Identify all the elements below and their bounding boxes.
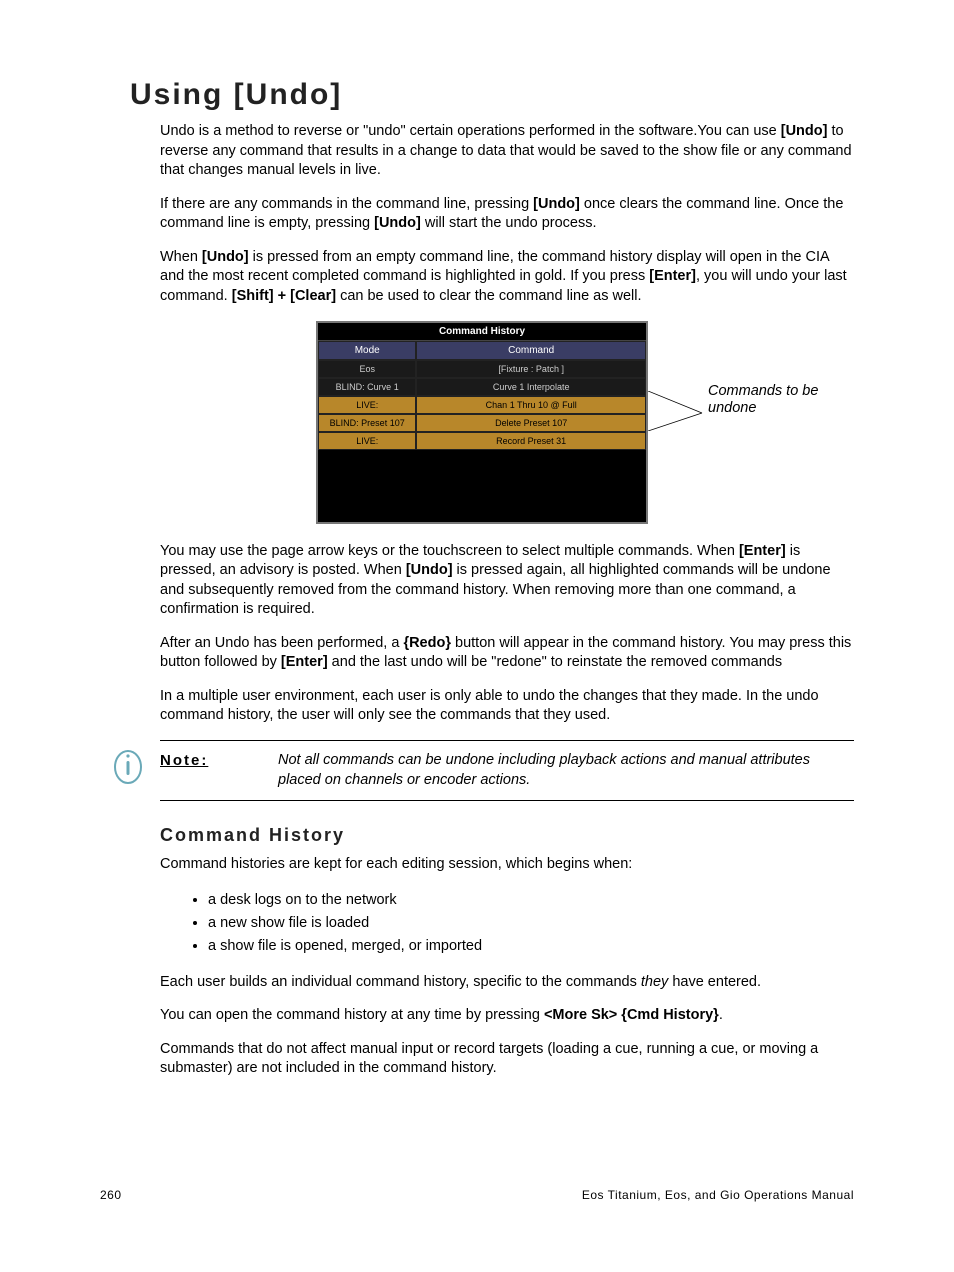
text: and the last undo will be "redone" to re… [328, 654, 782, 670]
key-label: [Enter] [649, 268, 696, 284]
paragraph-9: You can open the command history at any … [160, 1006, 854, 1026]
page-footer: 260 Eos Titanium, Eos, and Gio Operation… [100, 1188, 854, 1202]
command-history-figure: Command History Mode Command Eos[Fixture… [160, 321, 854, 524]
key-label: [Undo] [374, 215, 421, 231]
body-2: You may use the page arrow keys or the t… [160, 542, 854, 1079]
key-label: [Shift] + [Clear] [232, 288, 336, 304]
paragraph-4: You may use the page arrow keys or the t… [160, 542, 854, 620]
text: When [160, 249, 202, 265]
annotation-text: Commands to be undone [708, 383, 838, 418]
cell-mode: BLIND: Preset 107 [318, 414, 416, 432]
paragraph-8: Each user builds an individual command h… [160, 973, 854, 993]
cell-command: Curve 1 Interpolate [416, 378, 646, 396]
paragraph-1: Undo is a method to reverse or "undo" ce… [160, 122, 854, 181]
table-header-row: Mode Command [318, 341, 646, 360]
paragraph-10: Commands that do not affect manual input… [160, 1040, 854, 1079]
italic-text: they [641, 974, 668, 990]
list-item: a new show file is loaded [208, 912, 854, 935]
cell-mode: BLIND: Curve 1 [318, 378, 416, 396]
text: will start the undo process. [421, 215, 597, 231]
header-command: Command [416, 341, 646, 360]
cell-command: Delete Preset 107 [416, 414, 646, 432]
info-icon [112, 745, 144, 785]
paragraph-2: If there are any commands in the command… [160, 195, 854, 234]
text: You may use the page arrow keys or the t… [160, 543, 739, 559]
table-row: LIVE:Record Preset 31 [318, 432, 646, 450]
cell-command: Record Preset 31 [416, 432, 646, 450]
page-number: 260 [100, 1188, 122, 1202]
text: You can open the command history at any … [160, 1007, 544, 1023]
paragraph-7: Command histories are kept for each edit… [160, 855, 854, 875]
text: have entered. [668, 974, 761, 990]
annotation-lines-icon [648, 391, 718, 431]
cell-mode: Eos [318, 360, 416, 378]
note-label: Note: [160, 751, 278, 790]
table-title: Command History [318, 323, 646, 341]
list-item: a show file is opened, merged, or import… [208, 935, 854, 958]
section-title: Command History [160, 823, 854, 847]
key-label: [Enter] [739, 543, 786, 559]
table-row: BLIND: Curve 1Curve 1 Interpolate [318, 378, 646, 396]
cell-mode: LIVE: [318, 396, 416, 414]
text: Undo is a method to reverse or "undo" ce… [160, 123, 781, 139]
command-history-table: Command History Mode Command Eos[Fixture… [316, 321, 648, 524]
key-label: [Undo] [781, 123, 828, 139]
text: After an Undo has been performed, a [160, 635, 403, 651]
key-label: [Undo] [406, 562, 453, 578]
key-label: [Undo] [533, 196, 580, 212]
table-row: LIVE:Chan 1 Thru 10 @ Full [318, 396, 646, 414]
list-item: a desk logs on to the network [208, 889, 854, 912]
cell-mode: LIVE: [318, 432, 416, 450]
page-title: Using [Undo] [130, 78, 854, 112]
cell-command: Chan 1 Thru 10 @ Full [416, 396, 646, 414]
text: can be used to clear the command line as… [336, 288, 641, 304]
table-row: BLIND: Preset 107Delete Preset 107 [318, 414, 646, 432]
manual-title: Eos Titanium, Eos, and Gio Operations Ma… [582, 1188, 854, 1202]
header-mode: Mode [318, 341, 416, 360]
key-label: {Redo} [403, 635, 451, 651]
paragraph-5: After an Undo has been performed, a {Red… [160, 634, 854, 673]
text: If there are any commands in the command… [160, 196, 533, 212]
text: Each user builds an individual command h… [160, 974, 641, 990]
key-label: [Undo] [202, 249, 249, 265]
note-block: Note: Not all commands can be undone inc… [160, 740, 854, 801]
bullet-list: a desk logs on to the networka new show … [160, 889, 854, 959]
table-empty-area [318, 450, 646, 522]
paragraph-6: In a multiple user environment, each use… [160, 687, 854, 726]
key-label: [Enter] [281, 654, 328, 670]
key-label: <More Sk> {Cmd History} [544, 1007, 719, 1023]
table-row: Eos[Fixture : Patch ] [318, 360, 646, 378]
cell-command: [Fixture : Patch ] [416, 360, 646, 378]
annotation: Commands to be undone [658, 383, 838, 418]
body: Undo is a method to reverse or "undo" ce… [160, 122, 854, 307]
table-rows: Eos[Fixture : Patch ]BLIND: Curve 1Curve… [318, 360, 646, 450]
text: . [719, 1007, 723, 1023]
paragraph-3: When [Undo] is pressed from an empty com… [160, 248, 854, 307]
page: Using [Undo] Undo is a method to reverse… [0, 0, 954, 1272]
note-text: Not all commands can be undone including… [278, 751, 854, 790]
